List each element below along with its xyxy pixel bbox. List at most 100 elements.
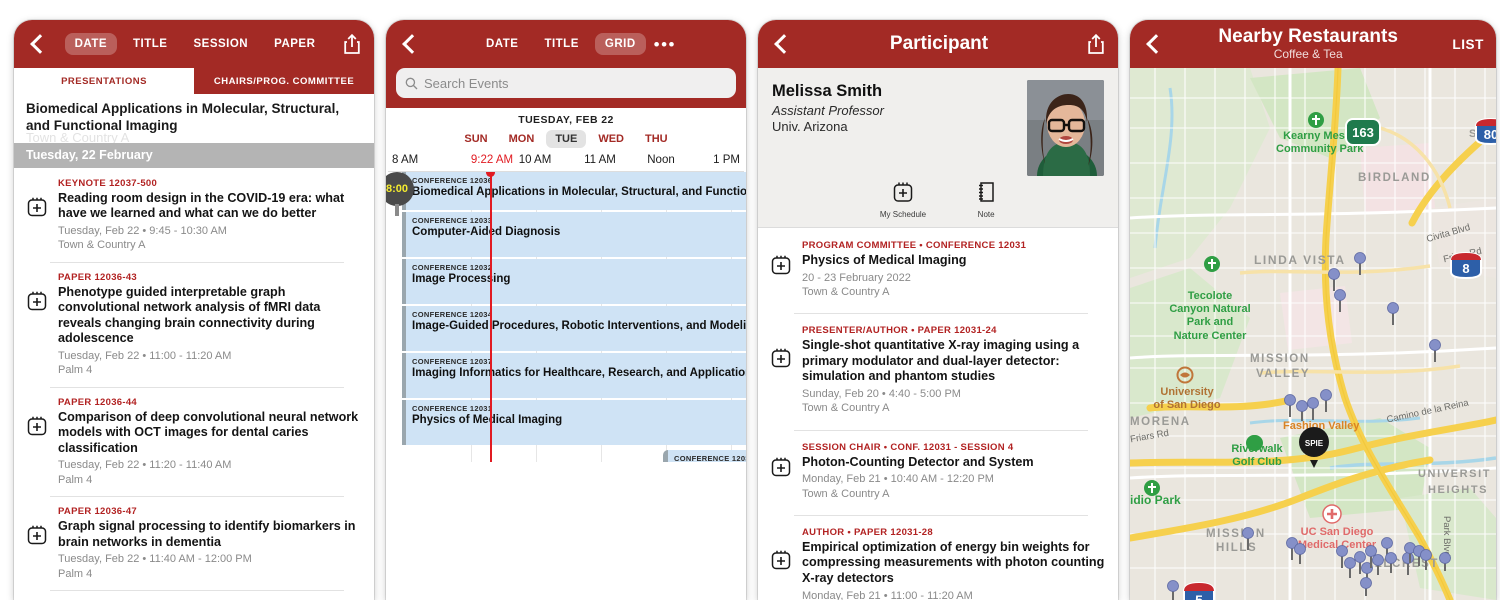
nav-title-wrap: Nearby Restaurants Coffee & Tea bbox=[1164, 25, 1452, 61]
item-time: Sunday, Feb 20 • 4:40 - 5:00 PM bbox=[802, 388, 961, 401]
page-title: Nearby Restaurants bbox=[1218, 25, 1398, 47]
event-kicker: CONFERENCE 12037 bbox=[412, 357, 493, 366]
back-chevron-icon[interactable] bbox=[770, 33, 792, 55]
segment-title[interactable]: TITLE bbox=[123, 33, 177, 55]
nav-title-wrap: Participant bbox=[792, 34, 1086, 54]
session-title-block: Town & Country A Biomedical Applications… bbox=[14, 94, 374, 143]
list-item[interactable]: KEYNOTE 12037-500 Reading room design in… bbox=[14, 168, 374, 262]
segment-paper[interactable]: PAPER bbox=[264, 33, 325, 55]
time-tick-noon: Noon bbox=[647, 154, 675, 166]
event-title: Imaging Informatics for Healthcare, Rese… bbox=[412, 367, 746, 379]
grid-event[interactable]: CONFERENCE 12032 Image Processing bbox=[402, 259, 746, 304]
item-time: Tuesday, Feb 22 • 11:20 - 11:40 AM bbox=[58, 459, 232, 472]
my-schedule-button[interactable]: My Schedule bbox=[880, 180, 926, 219]
add-to-schedule-icon[interactable] bbox=[26, 196, 48, 218]
list-item[interactable]: AUTHOR • PAPER 12031-28 Empirical optimi… bbox=[758, 514, 1118, 600]
add-to-schedule-icon[interactable] bbox=[770, 347, 792, 369]
segment-title[interactable]: TITLE bbox=[534, 33, 588, 55]
add-to-schedule-icon[interactable] bbox=[26, 415, 48, 437]
daypill-tue[interactable]: TUE bbox=[546, 130, 587, 148]
panel2-navbar: DATE TITLE GRID ••• bbox=[386, 20, 746, 68]
item-title: Reading room design in the COVID-19 era:… bbox=[58, 190, 345, 221]
grid-event[interactable]: CONFERENCE 12031 Physics of Medical Imag… bbox=[402, 400, 746, 445]
list-item[interactable]: PAPER 12036-44 Comparison of deep convol… bbox=[14, 386, 374, 496]
time-tick-now: 9:22 AM bbox=[470, 154, 514, 166]
tab-presentations[interactable]: PRESENTATIONS bbox=[14, 68, 194, 94]
participant-actions: My Schedule Note bbox=[758, 176, 1118, 228]
more-options-icon[interactable]: ••• bbox=[652, 36, 678, 53]
event-kicker: CONFERENCE 12034 bbox=[412, 310, 493, 319]
page-subtitle: Coffee & Tea bbox=[1273, 46, 1343, 61]
item-title: Photon-Counting Detector and System bbox=[802, 454, 1034, 469]
list-item[interactable]: PROGRAM COMMITTEE • CONFERENCE 12031 Phy… bbox=[758, 228, 1118, 313]
list-item[interactable]: PRESENTER/AUTHOR • PAPER 12031-24 Single… bbox=[758, 313, 1118, 429]
list-item[interactable]: PAPER 12036-43 Phenotype guided interpre… bbox=[14, 261, 374, 387]
segment-grid[interactable]: GRID bbox=[594, 33, 646, 55]
time-axis: 8 AM 9:22 AM 10 AM 11 AM Noon 1 PM bbox=[388, 152, 744, 172]
daypill-wed[interactable]: WED bbox=[589, 130, 633, 148]
grid-event[interactable]: CONFERENCE 12033 Computer-Aided Diagnosi… bbox=[402, 212, 746, 257]
grid-event[interactable]: CONFERENCE 12036 Biomedical Applications… bbox=[402, 172, 746, 210]
daypill-mon[interactable]: MON bbox=[500, 130, 544, 148]
add-to-schedule-icon[interactable] bbox=[26, 290, 48, 312]
item-time: Tuesday, Feb 22 • 11:40 AM - 12:00 PM bbox=[58, 553, 252, 566]
list-item[interactable]: PAPER 12036-38 Recovery of complete time… bbox=[14, 589, 374, 600]
item-room: Town & Country A bbox=[802, 402, 890, 415]
list-item[interactable]: SESSION CHAIR • CONF. 12031 - SESSION 4 … bbox=[758, 429, 1118, 515]
back-chevron-icon[interactable] bbox=[26, 33, 48, 55]
panel2-segmented-control: DATE TITLE GRID ••• bbox=[420, 33, 734, 55]
item-time: Tuesday, Feb 22 • 11:00 - 11:20 AM bbox=[58, 350, 232, 362]
note-button[interactable]: Note bbox=[976, 180, 996, 219]
segment-date[interactable]: DATE bbox=[64, 33, 118, 55]
item-kicker: PAPER 12036-43 bbox=[58, 271, 138, 283]
item-kicker: SESSION CHAIR • CONF. 12031 - SESSION 4 bbox=[802, 441, 1014, 453]
item-room: Palm 4 bbox=[58, 364, 93, 377]
item-time: Tuesday, Feb 22 • 9:45 - 10:30 AM bbox=[58, 224, 227, 237]
participant-role: Assistant Professor bbox=[772, 103, 884, 118]
item-kicker: PRESENTER/AUTHOR • PAPER 12031-24 bbox=[802, 325, 997, 337]
event-title: Computer-Aided Diagnosis bbox=[412, 226, 561, 238]
search-input[interactable]: Search Events bbox=[396, 68, 736, 98]
item-kicker: PAPER 12036-44 bbox=[58, 396, 138, 408]
event-kicker: CONFERENCE 12032 bbox=[412, 263, 493, 272]
participant-sessions-list: PROGRAM COMMITTEE • CONFERENCE 12031 Phy… bbox=[758, 228, 1118, 600]
segment-session[interactable]: SESSION bbox=[183, 33, 258, 55]
list-view-button[interactable]: LIST bbox=[1452, 37, 1484, 52]
item-title: Physics of Medical Imaging bbox=[802, 253, 967, 267]
panel-participant: Participant Melissa Smith Assistant Prof… bbox=[758, 20, 1118, 600]
screenshot-stage: DATE TITLE SESSION PAPER PRESENTATIONS C… bbox=[0, 0, 1500, 600]
item-time: 20 - 23 February 2022 bbox=[802, 271, 911, 284]
my-schedule-label: My Schedule bbox=[879, 210, 927, 219]
event-title: Physics of Medical Imaging bbox=[412, 414, 563, 426]
grid-event[interactable]: CONFERENCE 12037 Imaging Informatics for… bbox=[402, 353, 746, 398]
presentation-list: KEYNOTE 12037-500 Reading room design in… bbox=[14, 167, 374, 600]
item-title: Empirical optimization of energy bin wei… bbox=[802, 539, 1105, 586]
back-chevron-icon[interactable] bbox=[1142, 33, 1164, 55]
item-kicker: AUTHOR • PAPER 12031-28 bbox=[802, 526, 933, 538]
restaurant-pins[interactable] bbox=[1130, 68, 1496, 600]
avatar bbox=[1027, 80, 1104, 176]
segment-date[interactable]: DATE bbox=[476, 33, 528, 55]
add-to-schedule-icon[interactable] bbox=[26, 524, 48, 546]
participant-info: Melissa Smith Assistant Professor Univ. … bbox=[772, 80, 1027, 176]
grid-event[interactable]: CONFERENCE 12038 Ultrasonic Imag bbox=[663, 450, 746, 462]
tab-chairs-committee[interactable]: CHAIRS/PROG. COMMITTEE bbox=[194, 68, 374, 94]
share-icon[interactable] bbox=[342, 33, 362, 55]
daypill-sun[interactable]: SUN bbox=[455, 130, 496, 148]
back-chevron-icon[interactable] bbox=[398, 33, 420, 55]
panel-grid: DATE TITLE GRID ••• Search Events TUESDA… bbox=[386, 20, 746, 600]
list-item[interactable]: PAPER 12036-47 Graph signal processing t… bbox=[14, 496, 374, 590]
add-to-schedule-icon[interactable] bbox=[770, 549, 792, 571]
item-kicker: KEYNOTE 12037-500 bbox=[58, 177, 158, 189]
add-to-schedule-icon[interactable] bbox=[770, 254, 792, 276]
share-icon[interactable] bbox=[1086, 33, 1106, 55]
item-room: Palm 4 bbox=[58, 567, 93, 580]
item-title: Comparison of deep convolutional neural … bbox=[58, 409, 359, 455]
event-title: Image-Guided Procedures, Robotic Interve… bbox=[412, 320, 746, 332]
add-to-schedule-icon[interactable] bbox=[770, 456, 792, 478]
map-canvas[interactable]: Kearny Mesa Community Park BIRDLAND LIND… bbox=[1130, 68, 1496, 600]
day-selector: SUN MON TUE WED THU bbox=[386, 130, 746, 148]
grid-event[interactable]: CONFERENCE 12034 Image-Guided Procedures… bbox=[402, 306, 746, 351]
grid-body[interactable]: CONFERENCE 12036 Biomedical Applications… bbox=[386, 172, 746, 462]
daypill-thu[interactable]: THU bbox=[636, 130, 677, 148]
